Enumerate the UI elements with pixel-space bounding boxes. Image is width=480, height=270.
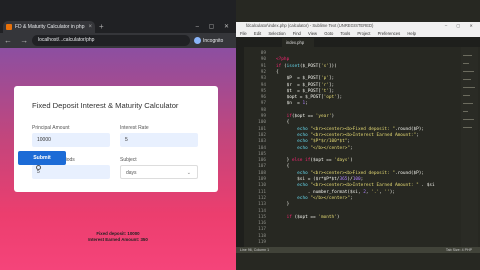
editor-window: fdcalculator\index.php (calculator) - Su… — [236, 0, 480, 270]
browser-chrome: FD & Maturity Calculator in php × + – ▢ … — [0, 0, 236, 51]
periods-input[interactable]: 5 — [32, 165, 110, 179]
menu-goto[interactable]: Goto — [324, 31, 333, 36]
avatar-icon — [194, 37, 201, 44]
minimap-line — [463, 87, 475, 88]
menu-tools[interactable]: Tools — [340, 31, 350, 36]
minimap-line — [463, 79, 471, 80]
calculator-card: Fixed Deposit Interest & Maturity Calcul… — [14, 86, 218, 192]
code-line: if (isset($_POST['s'])) — [276, 63, 337, 69]
menu-find[interactable]: Find — [293, 31, 301, 36]
minimap-line — [463, 103, 473, 104]
menu-view[interactable]: View — [308, 31, 317, 36]
browser-tab[interactable]: FD & Maturity Calculator in php × — [3, 21, 95, 33]
editor-menu-bar: File Edit Selection Find View Goto Tools… — [236, 30, 480, 37]
new-tab-icon[interactable]: + — [99, 21, 104, 33]
browser-toolbar: ← → ⟳ localhost/...calculator/php Incogn… — [0, 33, 236, 48]
status-syntax: Tab Size: 4 PHP — [445, 248, 472, 252]
status-position: Line 96, Column 1 — [240, 248, 270, 252]
subject-label: Subject — [120, 157, 137, 163]
editor-title-bar: fdcalculator\index.php (calculator) - Su… — [236, 22, 480, 30]
line-number-gutter: 89 90 91 92 93 94 95 96 97 98 99 100 101… — [244, 47, 268, 247]
code-area[interactable]: <?php if (isset($_POST['s'])) { $P = $_P… — [268, 47, 464, 247]
result-interest: Interest Earned Amount: 350 — [88, 237, 148, 242]
browser-window: FD & Maturity Calculator in php × + – ▢ … — [0, 0, 236, 270]
favicon-icon — [6, 24, 12, 30]
minimap-line — [463, 55, 472, 56]
tab-index-php[interactable]: index.php — [282, 38, 314, 47]
tab-title: FD & Maturity Calculator in php — [15, 24, 85, 30]
result-deposit: Fixed deposit: 10000 — [96, 231, 140, 236]
minimap-line — [463, 127, 472, 128]
editor-tab-bar: index.php — [236, 37, 480, 47]
editor-title: fdcalculator\index.php (calculator) - Su… — [246, 23, 374, 28]
window-controls[interactable]: – ▢ ✕ — [196, 21, 233, 33]
minimap-line — [463, 111, 468, 112]
page-title: Fixed Deposit Interest & Maturity Calcul… — [32, 101, 179, 110]
tab-close-icon[interactable]: × — [88, 24, 92, 30]
minimap-line — [463, 119, 474, 120]
code-line: echo "</b></center>"; — [297, 145, 353, 151]
address-bar[interactable]: localhost/...calculator/php — [32, 35, 190, 46]
code-line: if ($opt == 'month') — [286, 214, 340, 220]
profile-button[interactable]: Incognito — [194, 35, 234, 46]
minimap[interactable] — [461, 47, 478, 247]
editor-window-controls[interactable]: – ▢ ✕ — [445, 22, 477, 30]
menu-help[interactable]: Help — [407, 31, 416, 36]
subject-select[interactable]: days ⌄ — [120, 165, 198, 179]
chevron-down-icon: ⌄ — [186, 170, 191, 176]
principal-label: Principal Amount — [32, 125, 70, 131]
profile-label: Incognito — [203, 37, 224, 44]
editor-sidebar — [236, 47, 244, 247]
code-line: } — [276, 202, 290, 208]
submit-button[interactable]: Submit — [18, 151, 66, 165]
line-number: 119 — [258, 240, 266, 245]
menu-project[interactable]: Project — [357, 31, 370, 36]
mouse-cursor-icon — [36, 165, 41, 170]
minimap-line — [463, 95, 470, 96]
editor-status-bar: Line 96, Column 1 Tab Size: 4 PHP — [236, 247, 480, 253]
page-background: Fixed Deposit Interest & Maturity Calcul… — [0, 48, 236, 270]
menu-selection[interactable]: Selection — [268, 31, 285, 36]
menu-preferences[interactable]: Preferences — [378, 31, 401, 36]
menu-file[interactable]: File — [240, 31, 247, 36]
minimap-line — [463, 63, 469, 64]
menu-edit[interactable]: Edit — [254, 31, 261, 36]
code-line: $n = 1; — [276, 101, 308, 107]
minimap-line — [463, 71, 474, 72]
principal-input[interactable]: 10000 — [32, 133, 110, 147]
rate-input[interactable]: 5 — [120, 133, 198, 147]
subject-value: days — [126, 170, 137, 176]
rate-label: Interest Rate — [120, 125, 149, 131]
